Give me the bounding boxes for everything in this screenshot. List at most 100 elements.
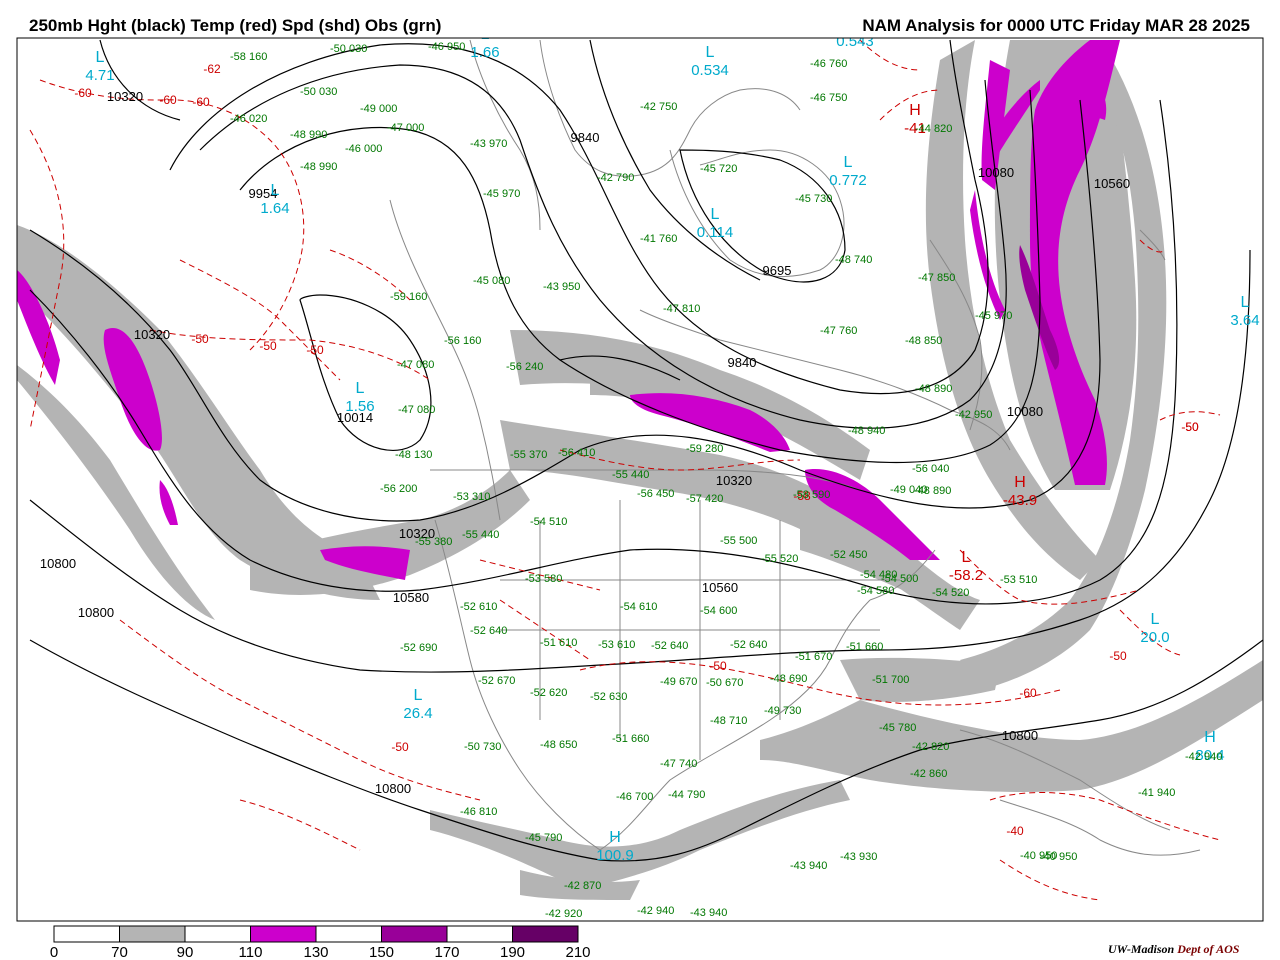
station-observation: -56 450: [637, 488, 674, 500]
station-observation: -55 380: [415, 536, 452, 548]
station-observation: -42 820: [912, 741, 949, 753]
low-marker: L: [711, 206, 720, 223]
temperature-label: -60: [159, 93, 177, 107]
station-observation: -42 870: [564, 880, 601, 892]
station-observation: -50 030: [300, 86, 337, 98]
station-observation: -54 610: [620, 601, 657, 613]
station-observation: -52 610: [460, 601, 497, 613]
temperature-label: -50: [391, 740, 409, 754]
low-marker: L: [706, 44, 715, 61]
colorbar-tick-label: 190: [500, 944, 525, 960]
station-observation: -43 950: [543, 281, 580, 293]
station-observation: -52 640: [730, 639, 767, 651]
station-observation: -59 160: [390, 291, 427, 303]
station-observation: -45 730: [795, 193, 832, 205]
pressure-system-value: -58.2: [949, 567, 983, 584]
station-observation: -54 580: [857, 585, 894, 597]
station-observation: -44 790: [668, 789, 705, 801]
station-observation: -49 730: [764, 705, 801, 717]
pressure-system-value: 0.534: [691, 62, 729, 79]
station-observation: -42 950: [955, 409, 992, 421]
station-observation: -54 510: [530, 516, 567, 528]
station-observation: -56 200: [380, 483, 417, 495]
station-observation: -42 860: [910, 768, 947, 780]
station-observation: -50 730: [464, 741, 501, 753]
station-observation: -42 920: [545, 908, 582, 920]
colorbar-segment: [53, 925, 120, 943]
station-observation: -47 080: [397, 359, 434, 371]
colorbar-tick-label: 90: [177, 944, 194, 960]
pressure-system-value: -43.9: [1003, 492, 1037, 509]
colorbar-segment: [381, 925, 448, 943]
station-observation: -45 720: [700, 163, 737, 175]
station-observation: -52 640: [651, 640, 688, 652]
station-observation: -48 130: [395, 449, 432, 461]
station-observation: -51 610: [540, 637, 577, 649]
colorbar-tick-label: 150: [369, 944, 394, 960]
station-observation: -56 040: [912, 463, 949, 475]
pressure-system-value: 0.114: [697, 224, 733, 241]
pressure-system-value: 0.772: [829, 172, 867, 189]
station-observation: -45 780: [879, 722, 916, 734]
station-observation: -45 970: [975, 310, 1012, 322]
colorbar-segment: [184, 925, 251, 943]
colorbar-segment: [315, 925, 382, 943]
station-observation: -50 670: [706, 677, 743, 689]
height-label: 9695: [763, 263, 792, 278]
pressure-system-value: 0.543: [836, 33, 874, 50]
pressure-system-value: 1.64: [260, 200, 289, 217]
low-marker: L: [96, 49, 105, 66]
colorbar-segment: [512, 925, 579, 943]
station-observation: -51 700: [872, 674, 909, 686]
temperature-label: -50: [1109, 649, 1127, 663]
station-observation: -42 790: [597, 172, 634, 184]
colorbar-segment: [119, 925, 186, 943]
colorbar-tick-label: 210: [565, 944, 590, 960]
station-observation: -46 760: [810, 58, 847, 70]
station-observation: -54 520: [932, 587, 969, 599]
station-observation: -43 930: [840, 851, 877, 863]
height-label: 9840: [571, 130, 600, 145]
height-label: 10080: [1007, 404, 1043, 419]
height-label: 10080: [978, 165, 1014, 180]
station-observation: -48 990: [290, 129, 327, 141]
station-observation: -46 700: [616, 791, 653, 803]
station-observation: -42 940: [637, 905, 674, 917]
low-marker: L: [271, 182, 280, 199]
station-observation: -54 480: [860, 569, 897, 581]
station-observation: -47 760: [820, 325, 857, 337]
station-observation: -45 080: [473, 275, 510, 287]
station-observation: -43 940: [690, 907, 727, 919]
station-observation: -52 690: [400, 642, 437, 654]
station-observation: -54 600: [700, 605, 737, 617]
station-observation: -57 420: [686, 493, 723, 505]
temperature-label: -50: [709, 659, 727, 673]
pressure-system-value: 4.71: [85, 67, 114, 84]
department-name: Dept of AOS: [1177, 942, 1240, 956]
station-observation: -55 370: [510, 449, 547, 461]
station-observation: -51 660: [846, 641, 883, 653]
high-marker: H: [1014, 474, 1026, 491]
station-observation: -48 650: [540, 739, 577, 751]
height-label: 10800: [1002, 728, 1038, 743]
temperature-label: -50: [306, 343, 324, 357]
station-observation: -48 940: [848, 425, 885, 437]
low-marker: L: [1241, 294, 1250, 311]
pressure-system-value: 20.0: [1140, 629, 1169, 646]
low-marker: L: [481, 26, 490, 43]
height-label: 10800: [78, 605, 114, 620]
station-observation: -55 440: [462, 529, 499, 541]
pressure-system-value: 26.4: [403, 705, 432, 722]
station-observation: -52 670: [478, 675, 515, 687]
station-observation: -48 690: [770, 673, 807, 685]
temperature-label: -60: [1019, 686, 1037, 700]
colorbar-tick-label: 70: [111, 944, 128, 960]
low-marker: L: [1151, 611, 1160, 628]
station-observation: -48 990: [300, 161, 337, 173]
station-observation: -56 410: [558, 447, 595, 459]
station-observation: -48 890: [914, 485, 951, 497]
station-observation: -46 950: [428, 41, 465, 53]
colorbar-segment: [250, 925, 317, 943]
high-marker: H: [909, 102, 921, 119]
station-observation: -48 890: [915, 383, 952, 395]
